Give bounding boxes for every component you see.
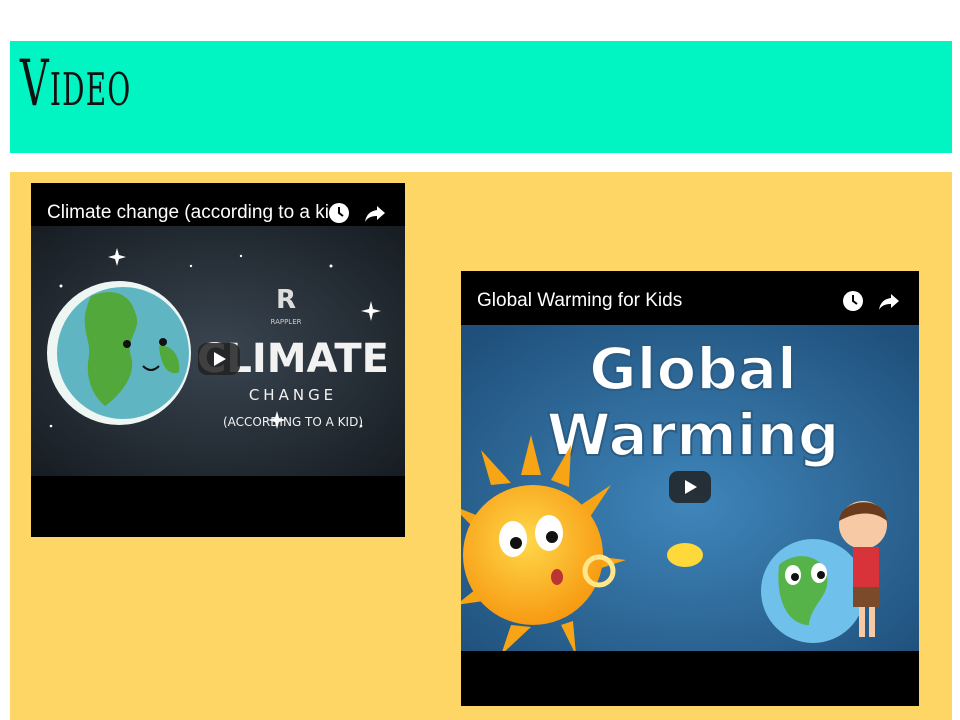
video-title[interactable]: Global Warming for Kids [477,290,682,312]
thumbnail-line1: Global [589,335,797,403]
video-title[interactable]: Climate change (according to a kid) [47,202,346,224]
play-button[interactable] [198,343,240,375]
video-player-climate-change[interactable]: Climate change (according to a kid) R RA… [31,183,405,537]
play-button[interactable] [669,471,711,503]
slide-title: Video [20,47,132,121]
svg-text:R: R [276,285,296,315]
clock-icon[interactable] [328,202,350,224]
title-banner [10,41,952,153]
tagline-text: (ACCORDING TO A KID) [223,415,363,429]
share-icon[interactable] [364,202,386,224]
clock-icon[interactable] [842,290,864,312]
brand-text: RAPPLER [271,318,302,326]
subline-text: CHANGE [249,386,337,404]
play-icon [685,480,697,494]
slide: Video Climate change (according to a kid… [0,0,960,720]
thumbnail-line2: Warming [547,401,840,469]
share-icon[interactable] [878,290,900,312]
play-icon [214,352,226,366]
video-player-global-warming[interactable]: Global Warming for Kids Global Warming [461,271,919,706]
